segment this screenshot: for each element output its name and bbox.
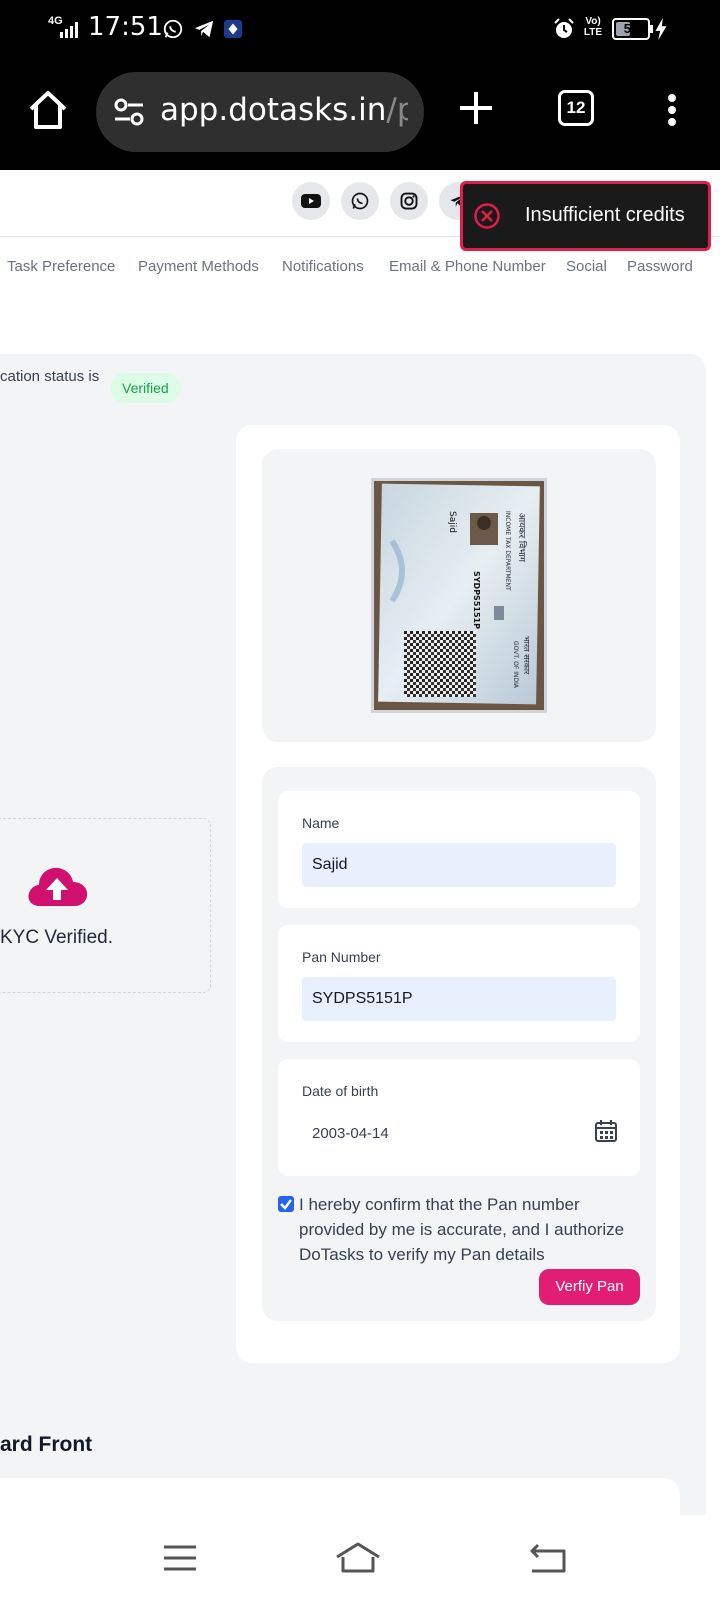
dob-field-card: Date of birth 2003-04-14 — [278, 1059, 640, 1176]
kyc-verified-text: KYC Verified. — [0, 927, 113, 948]
check-icon — [280, 1199, 292, 1210]
error-toast: Insufficient credits — [460, 181, 711, 251]
pan-card-dept-english: INCOME TAX DEPARTMENT — [504, 511, 511, 591]
tab-switcher-button[interactable]: 12 — [558, 90, 594, 126]
telegram-icon — [194, 20, 214, 38]
name-field-card: Name — [278, 791, 640, 908]
tab-password[interactable]: Password — [627, 258, 693, 275]
url-domain: app.dotasks.in — [160, 92, 387, 128]
system-nav-bar — [0, 1515, 720, 1600]
youtube-icon[interactable] — [292, 182, 330, 220]
pan-card-govt-english: GOVT. OF INDIA — [512, 641, 519, 689]
pan-card-name: Sajid — [447, 511, 457, 533]
verification-status-text: cation status is — [0, 368, 100, 385]
battery-tip — [650, 25, 653, 33]
whatsapp-icon — [163, 19, 183, 39]
pan-card-dept-hindi: आयकर विभाग — [516, 513, 528, 563]
site-settings-icon[interactable] — [114, 98, 144, 126]
instagram-icon[interactable] — [390, 182, 428, 220]
confirm-checkbox[interactable] — [278, 1196, 294, 1212]
pan-field-card: Pan Number — [278, 925, 640, 1042]
dob-input[interactable]: 2003-04-14 — [312, 1125, 389, 1142]
pan-card-number: SYDPS5151P — [472, 571, 481, 629]
name-input[interactable] — [302, 843, 616, 887]
clock: 17:51 — [88, 12, 163, 42]
tab-email-phone[interactable]: Email & Phone Number — [389, 258, 546, 275]
pan-card-image: आयकर विभाग INCOME TAX DEPARTMENT भारत सर… — [371, 478, 547, 713]
url-bar[interactable]: app.dotasks.in/pr — [96, 72, 424, 152]
more-menu-icon[interactable] — [664, 94, 680, 130]
volte-indicator: Vo) LTE — [583, 16, 603, 38]
recent-apps-icon[interactable] — [160, 1541, 200, 1575]
url-text[interactable]: app.dotasks.in/pr — [160, 92, 408, 128]
confirm-text: I hereby confirm that the Pan number pro… — [299, 1195, 625, 1264]
name-label: Name — [302, 815, 340, 831]
shield-app-icon — [223, 19, 243, 39]
home-icon[interactable] — [26, 88, 70, 132]
url-path: /pr — [386, 92, 408, 128]
status-bar: 4G 17:51 Vo) LTE 53 — [0, 0, 720, 60]
battery-level: 53 — [623, 21, 639, 36]
new-tab-icon[interactable] — [458, 90, 494, 126]
calendar-icon[interactable] — [594, 1119, 618, 1143]
whatsapp-icon[interactable] — [341, 182, 379, 220]
pan-number-input[interactable] — [302, 977, 616, 1021]
verify-pan-button[interactable]: Verfiy Pan — [539, 1269, 640, 1305]
pan-card-govt-hindi: भारत सरकार — [522, 636, 531, 675]
browser-toolbar: app.dotasks.in/pr 12 — [0, 60, 720, 170]
toast-message: Insufficient credits — [525, 204, 685, 226]
charging-icon — [655, 18, 667, 40]
home-nav-icon[interactable] — [334, 1541, 382, 1575]
battery-icon: 53 — [612, 18, 650, 40]
pan-number-label: Pan Number — [302, 949, 381, 965]
tab-task-preference[interactable]: Task Preference — [7, 258, 115, 275]
back-nav-icon[interactable] — [528, 1541, 568, 1575]
error-icon — [474, 203, 500, 229]
tab-notifications[interactable]: Notifications — [282, 258, 364, 275]
signal-icon — [60, 22, 78, 38]
alarm-icon — [554, 18, 574, 38]
section-title: ard Front — [0, 1433, 93, 1456]
dob-label: Date of birth — [302, 1083, 379, 1099]
cloud-upload-icon — [28, 867, 88, 906]
status-badge: Verified — [110, 373, 181, 403]
tab-social[interactable]: Social — [566, 258, 607, 275]
tab-payment-methods[interactable]: Payment Methods — [138, 258, 259, 275]
